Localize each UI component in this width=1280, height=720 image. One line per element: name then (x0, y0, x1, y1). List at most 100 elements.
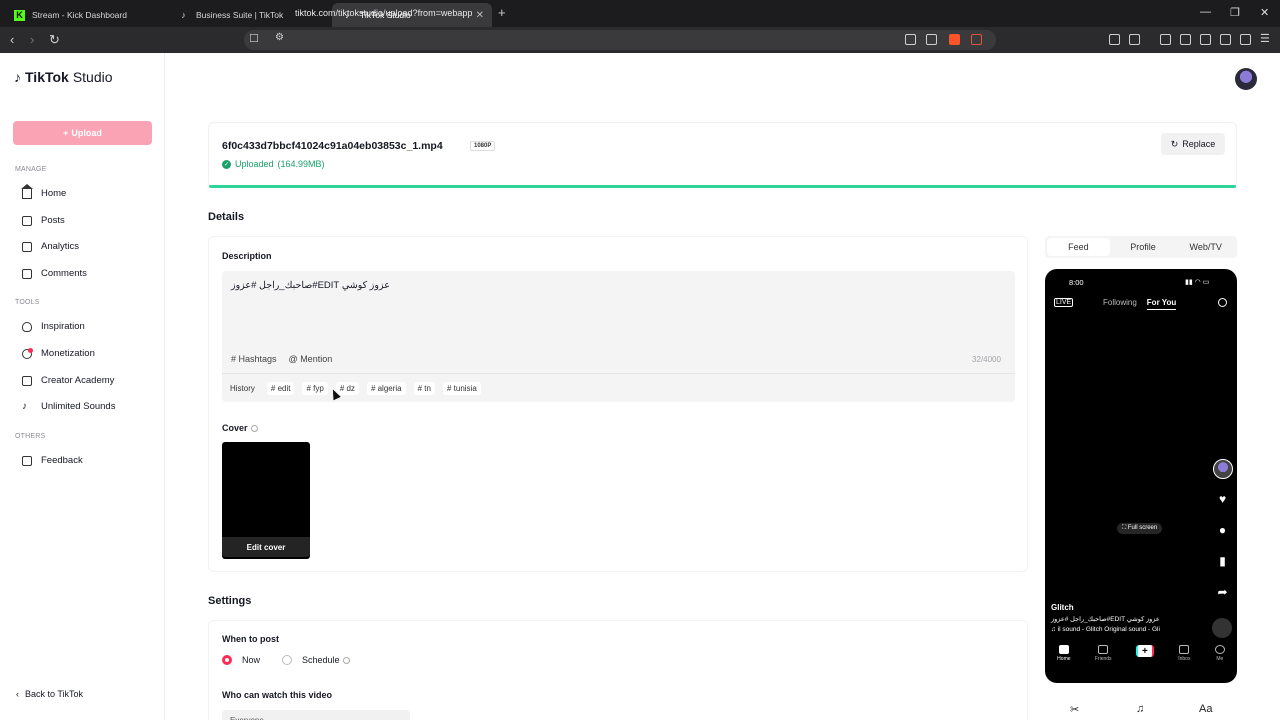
sidebar-item-label: Creator Academy (41, 375, 115, 386)
tiktok-studio-logo[interactable]: ♪ TikTok Studio (14, 69, 113, 85)
media-icon[interactable] (1160, 34, 1171, 45)
nav-home: Home (1057, 645, 1071, 662)
mention-button[interactable]: @ Mention (289, 354, 333, 364)
sidebar-toggle-icon[interactable] (1180, 34, 1191, 45)
upload-button[interactable]: + Upload (13, 121, 152, 145)
url-text[interactable]: tiktok.com/tiktokstudio/upload?from=weba… (295, 8, 472, 18)
nav-label: Me (1216, 656, 1224, 662)
following-label: Following (1103, 298, 1137, 307)
nav-friends: Friends (1095, 645, 1112, 662)
radio-schedule[interactable] (282, 655, 293, 665)
close-tab-icon[interactable]: ✕ (476, 10, 484, 21)
radio-now[interactable] (222, 655, 232, 665)
comment-icon: ● (1218, 522, 1227, 537)
schedule-label[interactable]: Schedule (302, 655, 350, 665)
sidebar-item-posts[interactable]: Posts (22, 215, 65, 226)
live-icon: LIVE (1054, 298, 1074, 307)
brave-shield-icon[interactable] (949, 34, 960, 45)
hashtags-button[interactable]: # Hashtags (231, 354, 277, 364)
music-icon[interactable]: ♫ (1136, 703, 1144, 715)
hashtag-chip[interactable]: # fyp (302, 382, 328, 395)
info-icon[interactable] (250, 425, 258, 433)
sidebar-item-feedback[interactable]: Feedback (22, 455, 83, 466)
tab-title: Stream - Kick Dashboard (32, 10, 127, 20)
back-label: Back to TikTok (25, 689, 84, 699)
sidebar-item-label: Posts (41, 215, 65, 226)
hashtag-chip[interactable]: # algeria (366, 382, 406, 395)
hashtag-chip[interactable]: # tn (413, 382, 435, 395)
address-bar[interactable] (244, 30, 996, 50)
when-to-post-label: When to post (222, 634, 279, 644)
sidebar-item-label: Monetization (41, 348, 95, 359)
kick-icon: K (14, 9, 25, 21)
tab-title: Business Suite | TikTok (196, 10, 284, 20)
divider (222, 373, 1015, 374)
sidebar-item-inspiration[interactable]: Inspiration (22, 321, 85, 332)
screenshot-icon[interactable] (1129, 34, 1140, 45)
menu-icon[interactable]: ☰ (1260, 32, 1270, 45)
info-icon[interactable] (342, 657, 350, 665)
who-can-watch-label: Who can watch this video (222, 690, 333, 700)
brave-rewards-icon[interactable] (971, 34, 982, 45)
translate-icon[interactable] (905, 34, 916, 45)
hashtag-chip[interactable]: # tunisia (442, 382, 481, 395)
nav-label: Friends (1094, 656, 1112, 662)
vpn-icon[interactable] (1240, 34, 1251, 45)
full-screen-button[interactable]: ⛶ Full screen (1117, 523, 1163, 534)
minimize-icon[interactable]: — (1200, 6, 1211, 18)
hashtag-chip[interactable]: # edit (266, 382, 295, 395)
plus-icon: + (1135, 645, 1154, 657)
sidebar-item-monetization[interactable]: Monetization (22, 347, 95, 359)
scissors-icon[interactable]: ✂ (1070, 703, 1079, 716)
logo-product: Studio (72, 69, 113, 85)
edit-cover-button[interactable]: Edit cover (222, 537, 310, 557)
new-tab-icon[interactable]: + (498, 5, 506, 20)
refresh-icon: ↻ (1170, 138, 1179, 149)
at-icon: @ (288, 354, 301, 364)
back-to-tiktok-link[interactable]: ‹ Back to TikTok (16, 689, 83, 699)
leo-icon[interactable] (1220, 34, 1231, 45)
description-text[interactable]: عزوز كوشي EDIT#صاحبك_راجل #عزوز (231, 280, 390, 291)
site-info-icon[interactable]: ⚙ (275, 32, 284, 43)
sidebar-item-label: Feedback (41, 455, 83, 466)
reload-icon[interactable]: ↻ (49, 32, 60, 48)
heart-icon: ♥ (1218, 491, 1227, 506)
maximize-icon[interactable]: ❐ (1230, 6, 1240, 19)
tab-profile[interactable]: Profile (1112, 236, 1175, 258)
sidebar-item-unlimited-sounds[interactable]: ♪ Unlimited Sounds (22, 401, 115, 412)
share-icon[interactable] (926, 34, 937, 45)
analytics-icon (22, 241, 32, 252)
posts-icon (22, 215, 32, 226)
phone-time: 8:00 (1069, 278, 1084, 287)
description-label: Description (222, 251, 272, 261)
tab-web-tv[interactable]: Web/TV (1174, 236, 1237, 258)
sidebar-item-home[interactable]: Home (21, 183, 66, 199)
forward-icon[interactable]: › (30, 32, 34, 47)
browser-tab-kick[interactable]: K Stream - Kick Dashboard (4, 3, 168, 27)
close-window-icon[interactable]: ✕ (1260, 6, 1269, 19)
check-icon: ✓ (222, 159, 231, 169)
bookmark-icon: ▮ (1219, 553, 1226, 568)
sidebar-item-creator-academy[interactable]: Creator Academy (22, 375, 114, 386)
text-icon[interactable]: Aa (1199, 703, 1212, 715)
schedule-label-text: Schedule (302, 655, 340, 665)
preview-sound: ♫ il sound - Glitch Original sound - Gli (1051, 626, 1160, 633)
sidebar-item-analytics[interactable]: Analytics (22, 241, 79, 252)
avatar[interactable] (1235, 68, 1257, 90)
for-you-label: For You (1146, 298, 1177, 310)
tab-feed[interactable]: Feed (1047, 238, 1110, 256)
hashtags-label: Hashtags (238, 354, 277, 364)
bookmark-icon[interactable]: ☐ (249, 32, 259, 45)
history-button[interactable]: History (230, 382, 259, 395)
description-tools: # Hashtags @ Mention (231, 354, 332, 364)
sidebar-item-comments[interactable]: Comments (22, 268, 87, 279)
replace-label: Replace (1182, 139, 1216, 149)
replace-button[interactable]: ↻ Replace (1161, 133, 1225, 155)
extensions-icon[interactable] (1109, 34, 1120, 45)
visibility-select[interactable]: Everyone (222, 710, 410, 720)
wallet-icon[interactable] (1200, 34, 1211, 45)
now-label[interactable]: Now (242, 655, 260, 665)
sound-disc-icon (1212, 618, 1232, 638)
back-icon[interactable]: ‹ (10, 32, 14, 47)
preview-username: Glitch (1051, 603, 1074, 612)
